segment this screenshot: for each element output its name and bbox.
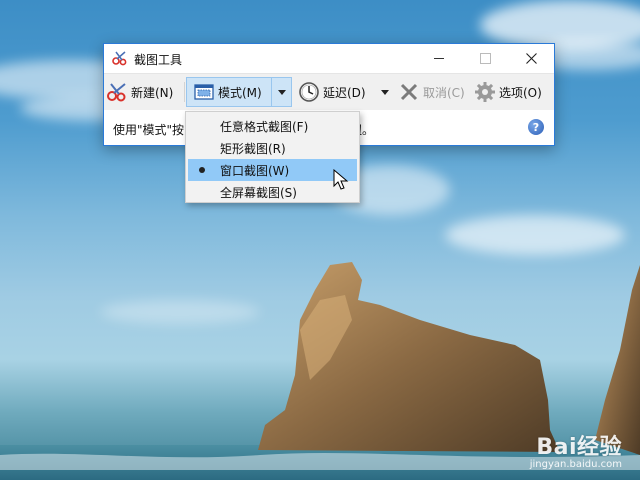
close-icon [525, 52, 537, 64]
watermark-logo: Bai经验 [536, 435, 622, 460]
clock-icon [298, 81, 320, 103]
x-icon [398, 81, 420, 103]
delay-button[interactable]: 延迟(D) [298, 77, 366, 107]
close-button[interactable] [508, 44, 554, 72]
watermark: Bai经验 jingyan.baidu.com [530, 429, 622, 470]
window-title: 截图工具 [134, 53, 183, 67]
delay-label: 延迟(D) [323, 85, 366, 100]
chevron-down-icon [381, 89, 389, 95]
gear-icon [474, 81, 496, 103]
new-label: 新建(N) [131, 85, 174, 100]
window-mode-icon [193, 81, 215, 103]
menu-item-label: 窗口截图(W) [220, 163, 290, 178]
menu-item-free-form-snip[interactable]: 任意格式截图(F) [186, 115, 359, 137]
menu-item-label: 全屏幕截图(S) [220, 185, 297, 200]
toolbar: 新建(N) 模式(M) 延迟(D) 取消(C) 选项(O) [104, 73, 554, 110]
watermark-url: jingyan.baidu.com [529, 459, 622, 470]
status-text-left: 使用"模式"按 [113, 123, 185, 137]
minimize-button[interactable] [416, 44, 462, 72]
menu-item-label: 任意格式截图(F) [220, 119, 309, 134]
chevron-down-icon [277, 89, 286, 95]
mode-label: 模式(M) [218, 85, 262, 100]
mouse-pointer-icon [333, 169, 349, 190]
cancel-label: 取消(C) [423, 85, 465, 100]
menu-item-rectangular-snip[interactable]: 矩形截图(R) [186, 137, 359, 159]
delay-dropdown-button[interactable] [378, 77, 392, 107]
mode-button[interactable]: 模式(M) [186, 77, 272, 107]
options-label: 选项(O) [499, 85, 542, 100]
maximize-button[interactable] [462, 44, 508, 72]
title-bar[interactable]: 截图工具 [104, 44, 554, 72]
menu-item-label: 矩形截图(R) [220, 141, 286, 156]
menu-item-window-snip[interactable]: 窗口截图(W) [188, 159, 357, 181]
maximize-icon [479, 52, 491, 64]
new-button[interactable]: 新建(N) [106, 77, 173, 107]
cancel-button[interactable]: 取消(C) [398, 77, 465, 107]
selected-bullet-icon [199, 167, 205, 173]
mode-dropdown-button[interactable] [272, 77, 292, 107]
toolbar-separator [184, 82, 185, 102]
scissors-icon [112, 50, 128, 66]
help-icon[interactable]: ? [528, 119, 544, 135]
options-button[interactable]: 选项(O) [474, 77, 542, 107]
scissors-icon [106, 81, 128, 103]
minimize-icon [434, 57, 444, 59]
